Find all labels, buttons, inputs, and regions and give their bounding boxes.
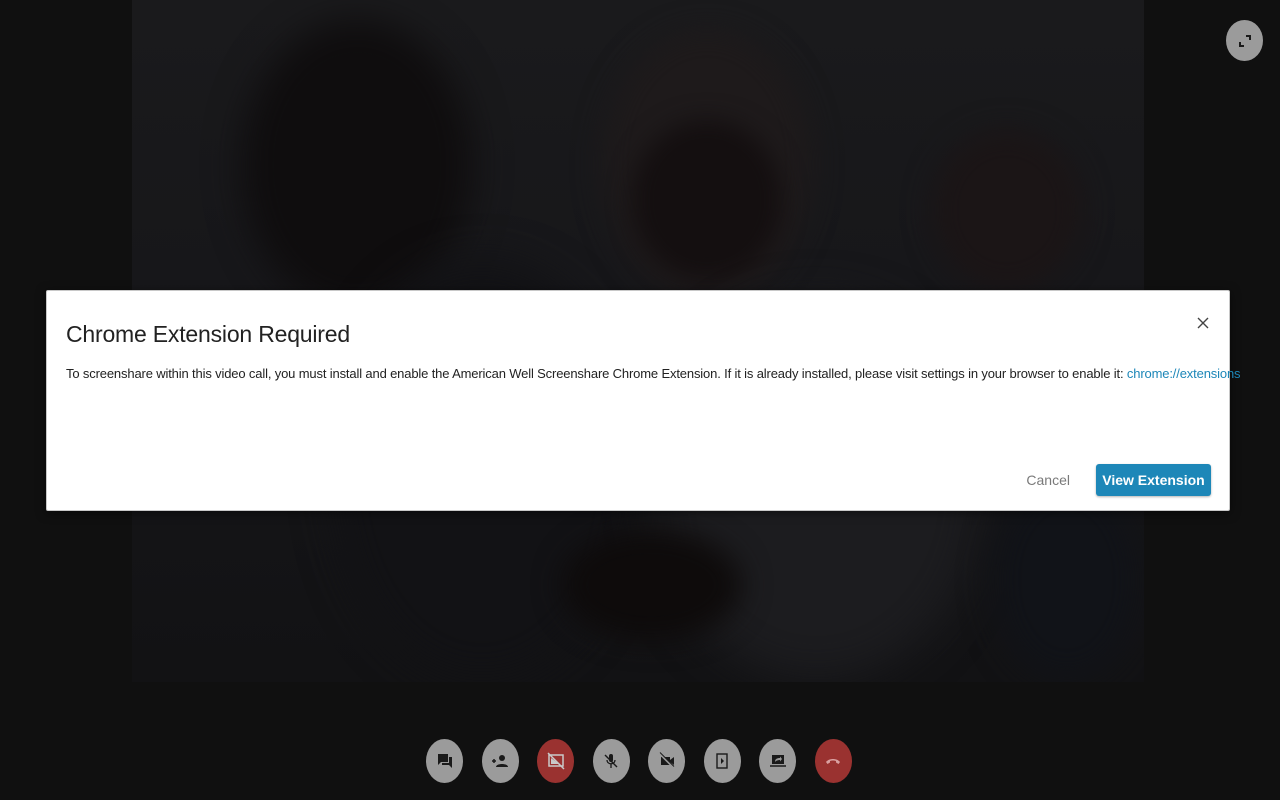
dialog-title: Chrome Extension Required bbox=[66, 321, 350, 347]
call-control-bar bbox=[426, 739, 852, 783]
chrome-extension-dialog: Chrome Extension Required To screenshare… bbox=[46, 290, 1241, 511]
microphone-toggle-button[interactable] bbox=[592, 739, 630, 783]
dialog-close-button[interactable] bbox=[1193, 313, 1213, 333]
mic-off-icon bbox=[604, 754, 618, 768]
dialog-footer: Cancel View Extension bbox=[1026, 464, 1211, 496]
video-silhouette bbox=[932, 130, 1082, 290]
close-icon bbox=[1197, 317, 1209, 329]
media-button[interactable] bbox=[703, 739, 741, 783]
video-silhouette bbox=[562, 530, 742, 640]
screenshare-off-icon bbox=[546, 752, 565, 770]
chat-icon bbox=[437, 754, 452, 768]
video-silhouette bbox=[242, 20, 472, 310]
end-call-button[interactable] bbox=[814, 739, 852, 783]
hang-up-icon bbox=[826, 759, 840, 764]
camera-toggle-button[interactable] bbox=[648, 739, 685, 783]
dialog-message: To screenshare within this video call, y… bbox=[66, 366, 1241, 381]
video-silhouette bbox=[632, 120, 782, 280]
view-extension-button[interactable]: View Extension bbox=[1096, 464, 1211, 496]
camera-off-icon bbox=[658, 752, 675, 769]
fullscreen-button[interactable] bbox=[1226, 20, 1263, 61]
invite-participant-button[interactable] bbox=[481, 739, 519, 783]
add-person-icon bbox=[492, 755, 508, 767]
share-laptop-icon bbox=[769, 755, 786, 767]
play-media-icon bbox=[716, 753, 728, 769]
fullscreen-icon bbox=[1238, 34, 1251, 47]
video-call-screen: Chrome Extension Required To screenshare… bbox=[0, 0, 1280, 800]
cancel-button[interactable]: Cancel bbox=[1026, 472, 1070, 488]
screenshare-toggle-button[interactable] bbox=[537, 739, 574, 783]
dialog-message-text: To screenshare within this video call, y… bbox=[66, 366, 1127, 381]
chrome-extensions-link[interactable]: chrome://extensions bbox=[1127, 366, 1241, 381]
chat-button[interactable] bbox=[426, 739, 463, 783]
share-screen-button[interactable] bbox=[759, 739, 796, 783]
